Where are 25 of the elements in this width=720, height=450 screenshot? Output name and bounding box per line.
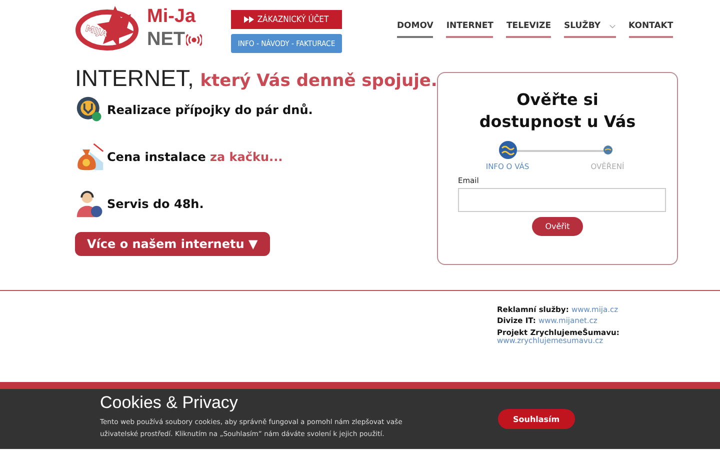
logo-badge-text: MIJA	[84, 24, 108, 40]
feature-text: Servis do 48h.	[107, 197, 204, 211]
email-field[interactable]	[458, 188, 666, 212]
nav-link[interactable]: KONTAKT	[628, 21, 674, 38]
support-agent-icon	[75, 189, 105, 219]
accept-button[interactable]: Souhlasím	[498, 409, 575, 429]
cookie-title: Cookies & Privacy	[100, 393, 239, 413]
nav-link[interactable]: SLUŽBY	[564, 21, 616, 38]
verify-button[interactable]: Ověřit	[532, 217, 583, 236]
nav-link[interactable]: INTERNET	[446, 21, 494, 38]
fast-forward-icon	[244, 16, 254, 23]
logo-text: NET	[147, 30, 185, 49]
hero-tagline: který Vás denně spojuje.	[200, 71, 438, 91]
feature-text: Cena instalace za kačku...	[107, 150, 283, 164]
hero-heading: INTERNET,	[75, 65, 194, 91]
nav-link[interactable]: DOMOV	[397, 21, 434, 38]
chevron-down-icon	[608, 24, 616, 28]
signal-icon	[186, 34, 202, 46]
nav-link[interactable]: TELEVIZE	[506, 21, 552, 38]
more-info-button[interactable]: Více o našem internetu ▼	[75, 232, 270, 256]
feature-text: Realizace přípojky do pár dnů.	[107, 103, 313, 117]
account-button[interactable]: ZÁKAZNICKÝ ÚČET	[231, 10, 342, 29]
card-title: Ověřte si dostupnost u Vás	[478, 89, 637, 132]
money-bag-icon	[75, 142, 105, 172]
logo-text: Mi-Ja	[147, 7, 197, 26]
